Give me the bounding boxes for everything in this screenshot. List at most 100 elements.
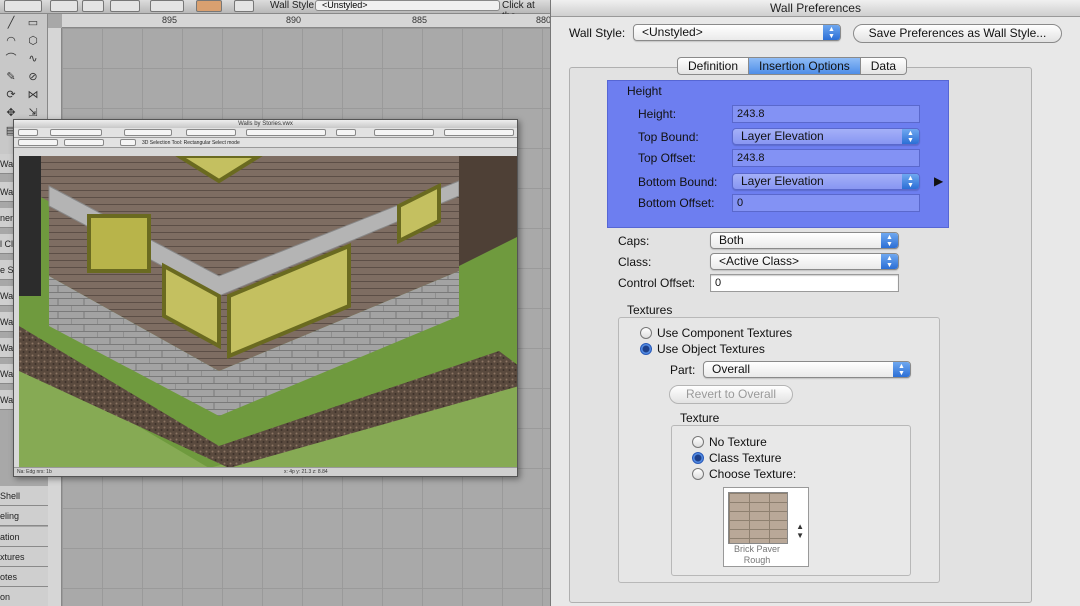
palette-item[interactable]: Shell <box>0 486 48 506</box>
move-tool-icon[interactable]: ✥ <box>2 106 20 120</box>
3d-render-view[interactable] <box>19 156 517 468</box>
palette-item[interactable]: ation <box>0 527 48 547</box>
bottom-bound-popup[interactable]: Layer Elevation ▲ ▼ <box>732 173 920 190</box>
top-offset-field[interactable]: 243.8 <box>732 149 920 167</box>
wall-mode-button[interactable] <box>196 0 222 12</box>
height-group: Height Height: 243.8 Top Bound: Layer El… <box>607 80 949 228</box>
zoom-buttons[interactable] <box>374 129 434 136</box>
layer-select[interactable] <box>124 129 172 136</box>
toolbar-button[interactable] <box>4 0 42 12</box>
view-bar <box>14 128 517 138</box>
texture-name: Brick Paver Rough <box>733 544 780 565</box>
view-select[interactable] <box>186 129 236 136</box>
popup-arrows-icon: ▲ ▼ <box>823 25 840 40</box>
tab-insertion-options[interactable]: Insertion Options <box>749 58 861 74</box>
palette-item[interactable]: otes <box>0 567 48 587</box>
texture-preview[interactable]: Brick Paver Rough ▲ ▼ <box>723 487 809 567</box>
part-label: Part: <box>670 363 696 377</box>
use-component-textures-radio[interactable]: Use Component Textures <box>640 326 792 340</box>
mode-buttons[interactable] <box>18 139 58 146</box>
save-preferences-button[interactable]: Save Preferences as Wall Style... <box>853 24 1062 43</box>
bottom-offset-field[interactable]: 0 <box>732 194 920 212</box>
caps-label: Caps: <box>618 234 650 248</box>
palette-item[interactable]: eling <box>0 506 48 526</box>
zoom-field[interactable] <box>336 129 356 136</box>
polygon-tool-icon[interactable]: ⬡ <box>24 34 42 48</box>
bottom-bound-label: Bottom Bound: <box>638 175 718 189</box>
no-texture-radio[interactable]: No Texture <box>692 435 767 449</box>
line-tool-icon[interactable]: ╱ <box>2 16 20 30</box>
tool-icon[interactable] <box>120 139 136 146</box>
class-texture-radio[interactable]: Class Texture <box>692 451 781 465</box>
wall-preferences-dialog: Wall Preferences Wall Style: <Unstyled> … <box>550 0 1080 606</box>
mode-bar: 3D Selection Tool: Rectangular Select mo… <box>14 138 517 148</box>
mirror-tool-icon[interactable]: ⋈ <box>24 88 42 102</box>
view-button[interactable] <box>18 129 38 136</box>
tab-data[interactable]: Data <box>861 58 906 74</box>
top-toolbar: Wall Style: <Unstyled> Click at the <box>0 0 550 22</box>
horizontal-ruler: 895 890 885 880 <box>62 14 550 28</box>
toolbar-button[interactable] <box>82 0 104 12</box>
wall-style-popup[interactable]: <Unstyled> ▲ ▼ <box>633 24 841 41</box>
part-popup[interactable]: Overall ▲ ▼ <box>703 361 911 378</box>
bottom-offset-label: Bottom Offset: <box>638 196 715 210</box>
ruler-tick-label: 885 <box>412 15 428 25</box>
radio-label: Use Component Textures <box>657 326 793 340</box>
pen-tool-icon[interactable]: ✎ <box>2 70 20 84</box>
caps-popup[interactable]: Both ▲ ▼ <box>710 232 899 249</box>
class-label: Class: <box>618 255 652 269</box>
arc-tool-icon[interactable]: ◠ <box>2 34 20 48</box>
texture-stepper-icon[interactable]: ▲ ▼ <box>796 522 804 540</box>
dialog-title: Wall Preferences <box>551 0 1080 17</box>
ruler-tick-label: 890 <box>286 15 302 25</box>
revert-to-overall-button[interactable]: Revert to Overall <box>669 385 793 404</box>
radio-button <box>640 327 652 339</box>
control-offset-label: Control Offset: <box>618 276 696 290</box>
height-label: Height: <box>638 107 677 121</box>
toolbar-button[interactable] <box>150 0 184 12</box>
toolbar-button[interactable] <box>110 0 140 12</box>
tab-bar: Definition Insertion Options Data <box>677 57 908 75</box>
page-buttons[interactable] <box>444 129 514 136</box>
mouse-cursor-icon: ▶ <box>934 174 944 188</box>
mode-buttons[interactable] <box>64 139 104 146</box>
wall-style-label: Wall Style: <box>569 26 626 40</box>
top-offset-label: Top Offset: <box>638 151 696 165</box>
choose-texture-radio[interactable]: Choose Texture: <box>692 467 796 481</box>
eyedropper-tool-icon[interactable]: ⊘ <box>24 70 42 84</box>
polyline-tool-icon[interactable]: ⌒ <box>2 52 20 66</box>
bottom-bound-value: Layer Elevation <box>741 174 824 188</box>
radio-label: Class Texture <box>709 451 782 465</box>
house-render <box>19 156 517 468</box>
control-offset-field[interactable]: 0 <box>710 274 899 292</box>
height-group-title: Height <box>627 84 662 98</box>
radio-button <box>692 468 704 480</box>
class-popup[interactable]: <Active Class> ▲ ▼ <box>710 253 899 270</box>
freehand-tool-icon[interactable]: ∿ <box>24 52 42 66</box>
radio-label: Choose Texture: <box>709 467 797 481</box>
radio-button-selected <box>640 343 652 355</box>
tool-options-icon[interactable] <box>234 0 254 12</box>
rotate-tool-icon[interactable]: ⟳ <box>2 88 20 102</box>
document-footer: Na: Edg nrs: 1b x: 4p y: 21.3 z: 8.84 <box>14 467 517 476</box>
texture-group-title: Texture <box>680 411 720 425</box>
class-select[interactable] <box>50 129 102 136</box>
document-window: Walls by Stories.vwx 3D Selection Tool: … <box>13 119 518 477</box>
footer-left-text: Na: Edg nrs: 1b <box>17 469 52 475</box>
document-title: Walls by Stories.vwx <box>14 120 517 128</box>
top-bound-popup[interactable]: Layer Elevation ▲ ▼ <box>732 128 920 145</box>
top-bound-value: Layer Elevation <box>741 129 824 143</box>
height-field[interactable]: 243.8 <box>732 105 920 123</box>
toolbar-button[interactable] <box>50 0 78 12</box>
wall-style-value: <Unstyled> <box>642 25 703 39</box>
rectangle-tool-icon[interactable]: ▭ <box>24 16 42 30</box>
use-object-textures-radio[interactable]: Use Object Textures <box>640 342 765 356</box>
palette-item[interactable]: on <box>0 587 48 606</box>
wall-style-select[interactable]: <Unstyled> <box>315 0 500 11</box>
offset-tool-icon[interactable]: ⇲ <box>24 106 42 120</box>
part-value: Overall <box>712 362 751 376</box>
ruler-tick-label: 880 <box>536 15 550 25</box>
palette-item[interactable]: xtures <box>0 547 48 567</box>
tab-definition[interactable]: Definition <box>678 58 750 74</box>
render-select[interactable] <box>246 129 326 136</box>
